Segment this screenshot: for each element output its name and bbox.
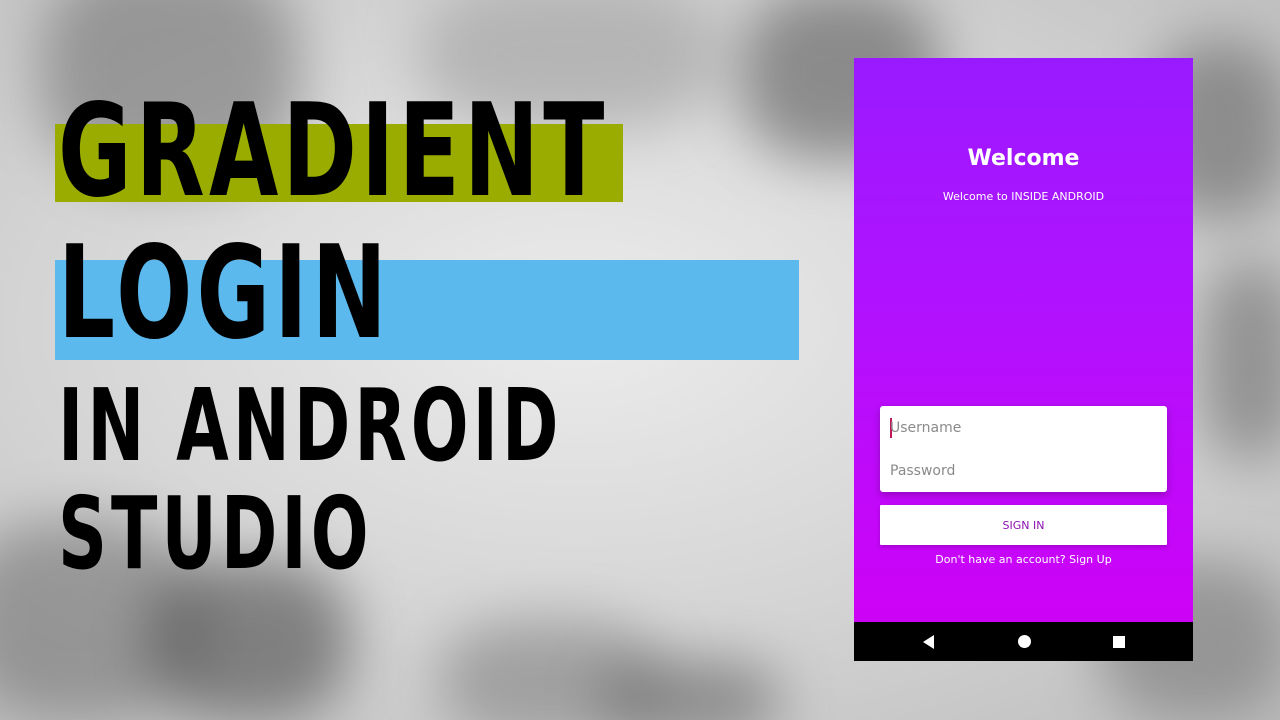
square-recent-apps-icon xyxy=(1113,635,1125,648)
nav-recent-apps-button[interactable] xyxy=(1099,622,1139,661)
android-navigation-bar xyxy=(854,622,1193,661)
circle-home-icon xyxy=(1017,635,1031,648)
headline-line-2: LOGIN xyxy=(58,219,391,368)
sign-in-button[interactable]: SIGN IN xyxy=(880,505,1167,545)
sign-up-link[interactable]: Don't have an account? Sign Up xyxy=(854,553,1193,566)
nav-home-button[interactable] xyxy=(1004,622,1044,661)
username-input[interactable] xyxy=(890,413,1155,443)
welcome-title: Welcome xyxy=(967,146,1080,171)
background-blur-shape xyxy=(1200,260,1280,460)
headline-line-4: STUDIO xyxy=(58,475,373,592)
headline-line-3: IN ANDROID xyxy=(58,367,563,484)
nav-back-button[interactable] xyxy=(908,622,948,661)
password-input[interactable] xyxy=(890,456,1155,486)
login-card xyxy=(880,406,1167,492)
welcome-subtitle: Welcome to INSIDE ANDROID xyxy=(942,190,1105,203)
headline-line-1: GRADIENT xyxy=(58,77,609,226)
headline: GRADIENT LOGIN IN ANDROID STUDIO xyxy=(0,0,820,720)
phone-screen: Welcome Welcome to INSIDE ANDROID SIGN I… xyxy=(854,58,1193,661)
triangle-back-icon xyxy=(922,634,934,649)
